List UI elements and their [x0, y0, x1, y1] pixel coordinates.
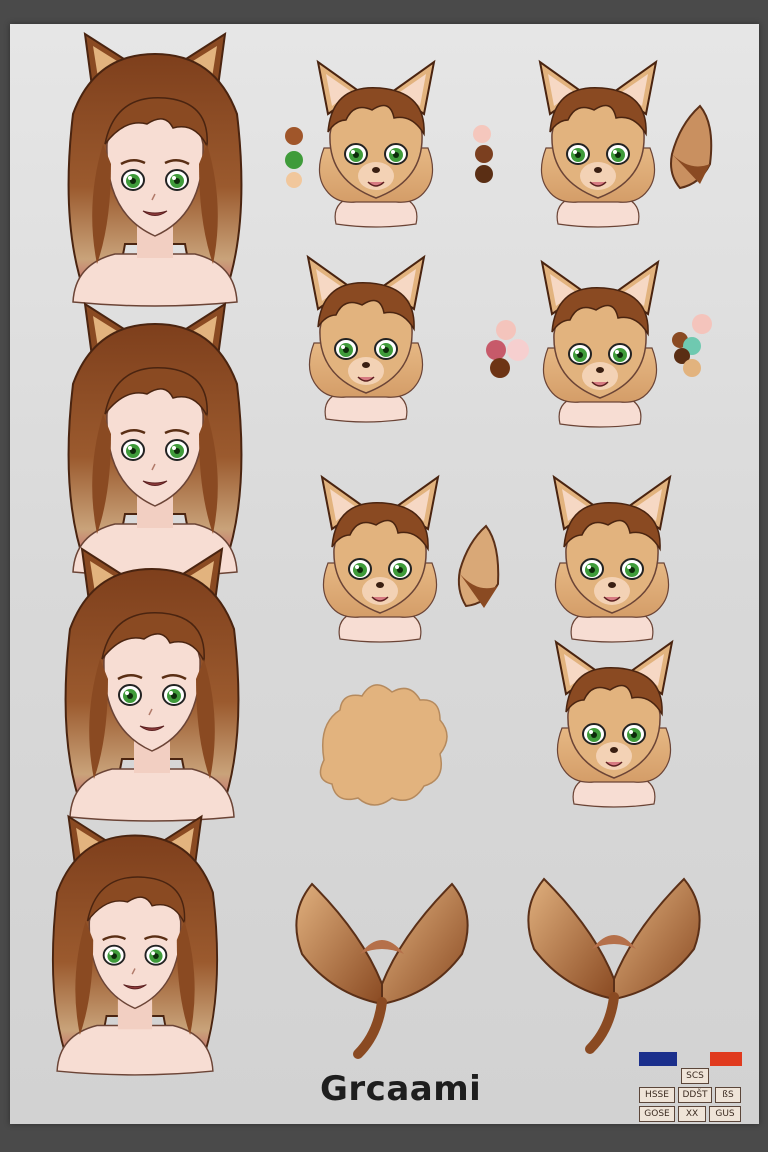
stamp-label: ßS: [715, 1087, 741, 1103]
girl-portrait-1: [67, 32, 243, 308]
palette-dots-1: [285, 127, 303, 188]
stamp-label: DDŠT: [678, 1087, 712, 1103]
palette-dots-4: [672, 314, 712, 377]
stamp-label: GUS: [709, 1106, 741, 1122]
fluff-tuft: [319, 684, 448, 806]
ear-shape-1: [670, 104, 713, 190]
palette-dots-2: [473, 125, 493, 183]
artwork: [51, 32, 742, 1077]
stamp-row-1: SCS: [681, 1068, 743, 1084]
stamp-label: SCS: [681, 1068, 709, 1084]
tail-piece-1: [296, 884, 467, 1054]
fox-head-6: [553, 476, 671, 643]
ear-shape-2: [457, 524, 500, 608]
stamp-label: GOSE: [639, 1106, 675, 1122]
palette-dots-3: [486, 320, 529, 378]
fox-head-2: [539, 61, 657, 228]
character-name: Grcaami: [320, 1069, 482, 1109]
girl-portrait-2: [67, 302, 243, 578]
girl-portrait-4: [51, 815, 219, 1077]
fox-head-3: [307, 256, 425, 423]
stamp-label: XX: [678, 1106, 706, 1122]
character-sheet: Grcaami SCS HSSE DDŠT ßS GOSE XX GUS: [10, 24, 759, 1124]
stamp-label: HSSE: [639, 1087, 675, 1103]
fox-head-1: [317, 61, 435, 228]
girl-portrait-3: [64, 547, 240, 823]
swatch-blue: [639, 1052, 677, 1066]
fox-head-7: [555, 641, 673, 808]
stamp-row-3: GOSE XX GUS: [639, 1106, 743, 1122]
fox-head-4: [541, 261, 659, 428]
tail-piece-2: [528, 879, 699, 1049]
swatch-red: [710, 1052, 742, 1066]
stamp-block: SCS HSSE DDŠT ßS GOSE XX GUS: [639, 1068, 743, 1125]
fox-head-5: [321, 476, 439, 643]
stamp-row-2: HSSE DDŠT ßS: [639, 1087, 743, 1103]
